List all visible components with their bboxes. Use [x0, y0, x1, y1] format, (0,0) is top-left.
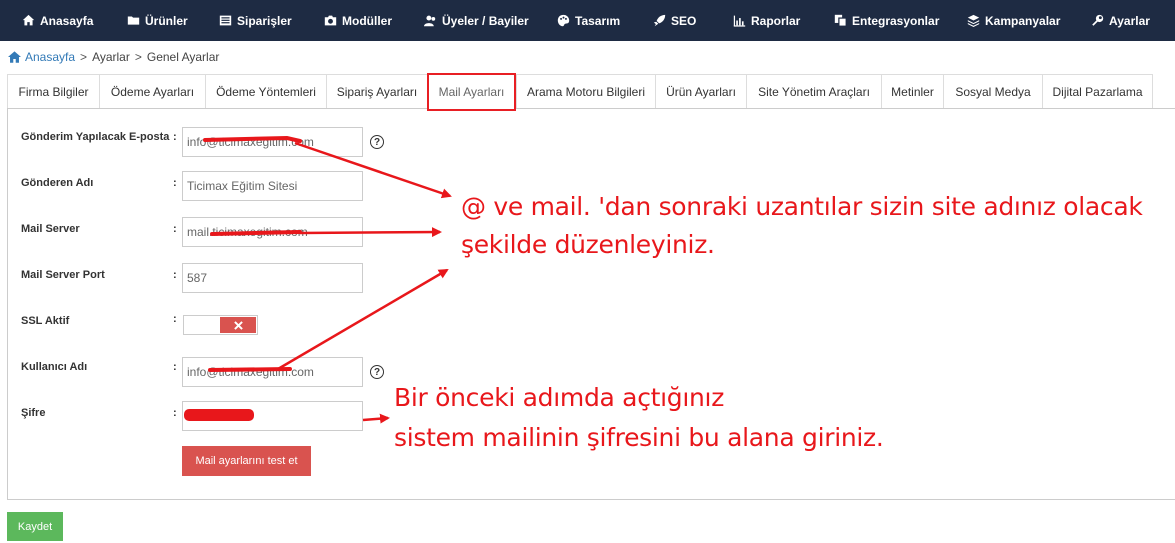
username-label: Kullanıcı Adı — [21, 361, 88, 373]
home-icon — [22, 14, 35, 26]
colon: : — [173, 177, 177, 189]
tab-arama-motoru-bilgileri[interactable]: Arama Motoru Bilgileri — [516, 74, 655, 109]
tab-sosyal-medya[interactable]: Sosyal Medya — [943, 74, 1042, 109]
palette-icon — [557, 14, 570, 27]
username-help-icon[interactable]: ? — [370, 365, 384, 379]
users-icon — [424, 15, 436, 27]
breadcrumb-separator: > — [134, 50, 142, 64]
ssl-active-label: SSL Aktif — [21, 315, 70, 327]
colon: : — [173, 131, 177, 143]
nav-item-raporlar[interactable]: Raporlar — [733, 0, 800, 41]
wrench-icon — [1092, 14, 1104, 26]
ssl-active-toggle[interactable] — [183, 315, 258, 335]
nav-item-seo[interactable]: SEO — [653, 0, 696, 41]
tab-odeme-ayarlari[interactable]: Ödeme Ayarları — [99, 74, 205, 109]
sender-email-input[interactable]: info@ticimaxegitim.com — [182, 127, 363, 157]
save-button[interactable]: Kaydet — [7, 512, 63, 541]
colon: : — [173, 269, 177, 281]
nav-item-label: Ürünler — [145, 13, 188, 28]
folder-icon — [127, 16, 140, 25]
nav-item-siparisler[interactable]: Siparişler — [219, 0, 292, 41]
nav-item-label: SEO — [671, 13, 697, 28]
nav-item-urunler[interactable]: Ürünler — [127, 0, 188, 41]
nav-item-kampanyalar[interactable]: Kampanyalar — [967, 0, 1060, 41]
chart-icon — [733, 15, 746, 27]
tab-siparis-ayarlari[interactable]: Sipariş Ayarları — [326, 74, 427, 109]
tab-odeme-yontemleri[interactable]: Ödeme Yöntemleri — [205, 74, 326, 109]
tab-dijital-pazarlama[interactable]: Dijital Pazarlama — [1042, 74, 1153, 109]
tab-mail-ayarlari[interactable]: Mail Ayarları — [427, 73, 516, 111]
nav-item-anasayfa[interactable]: Anasayfa — [22, 0, 93, 41]
copy-icon — [834, 14, 847, 27]
nav-item-label: Kampanyalar — [985, 13, 1061, 28]
nav-item-label: Tasarım — [575, 13, 621, 28]
tab-firma-bilgiler[interactable]: Firma Bilgiler — [7, 74, 99, 109]
toggle-off-knob — [220, 317, 256, 333]
rocket-icon — [653, 14, 666, 27]
camera-icon — [324, 15, 337, 26]
sender-email-help-icon[interactable]: ? — [370, 135, 384, 149]
test-mail-settings-button[interactable]: Mail ayarlarını test et — [182, 446, 311, 476]
settings-tabs: Firma Bilgiler Ödeme Ayarları Ödeme Yönt… — [7, 73, 1153, 111]
sender-name-label: Gönderen Adı — [21, 177, 94, 189]
tab-metinler[interactable]: Metinler — [881, 74, 943, 109]
colon: : — [173, 313, 177, 325]
top-navigation: Anasayfa Ürünler Siparişler Modüller Üye… — [0, 0, 1175, 41]
breadcrumb-separator: > — [80, 50, 88, 64]
mail-server-input[interactable]: mail.ticimaxegitim.com — [182, 217, 363, 247]
mail-server-label: Mail Server — [21, 223, 80, 235]
annotation-line-4: sistem mailinin şifresini bu alana girin… — [394, 423, 884, 452]
colon: : — [173, 223, 177, 235]
nav-item-moduller[interactable]: Modüller — [324, 0, 392, 41]
annotation-line-2: şekilde düzenleyiniz. — [461, 230, 715, 259]
close-icon — [233, 320, 243, 330]
breadcrumb-ayarlar[interactable]: Ayarlar — [92, 50, 130, 64]
nav-item-ayarlar[interactable]: Ayarlar — [1091, 0, 1150, 41]
breadcrumb-current: Genel Ayarlar — [146, 50, 220, 64]
stack-icon — [967, 14, 980, 27]
nav-item-entegrasyonlar[interactable]: Entegrasyonlar — [834, 0, 939, 41]
mail-server-port-input[interactable]: 587 — [182, 263, 363, 293]
password-input[interactable] — [182, 401, 363, 431]
nav-item-label: Raporlar — [751, 13, 801, 28]
breadcrumb-home-link[interactable]: Anasayfa — [25, 50, 75, 64]
breadcrumb: Anasayfa > Ayarlar > Genel Ayarlar — [8, 49, 219, 65]
nav-item-uyeler-bayiler[interactable]: Üyeler / Bayiler — [424, 0, 529, 41]
nav-item-label: Modüller — [342, 13, 392, 28]
tab-urun-ayarlari[interactable]: Ürün Ayarları — [655, 74, 746, 109]
home-icon — [8, 51, 21, 63]
nav-item-label: Siparişler — [237, 13, 292, 28]
mail-server-port-label: Mail Server Port — [21, 269, 105, 281]
nav-item-label: Entegrasyonlar — [852, 13, 940, 28]
colon: : — [173, 407, 177, 419]
nav-item-label: Ayarlar — [1109, 13, 1150, 28]
sender-name-input[interactable]: Ticimax Eğitim Sitesi — [182, 171, 363, 201]
tab-site-yonetim-araclari[interactable]: Site Yönetim Araçları — [746, 74, 881, 109]
sender-email-label: Gönderim Yapılacak E-posta — [21, 131, 170, 143]
nav-item-tasarim[interactable]: Tasarım — [557, 0, 620, 41]
colon: : — [173, 361, 177, 373]
list-icon — [219, 15, 232, 26]
nav-item-label: Üyeler / Bayiler — [442, 13, 529, 28]
username-input[interactable]: info@ticimaxegitim.com — [182, 357, 363, 387]
password-label: Şifre — [21, 407, 46, 419]
nav-item-label: Anasayfa — [40, 13, 94, 28]
annotation-line-1: @ ve mail. 'dan sonraki uzantılar sizin … — [461, 192, 1143, 221]
annotation-line-3: Bir önceki adımda açtığınız — [394, 383, 725, 412]
